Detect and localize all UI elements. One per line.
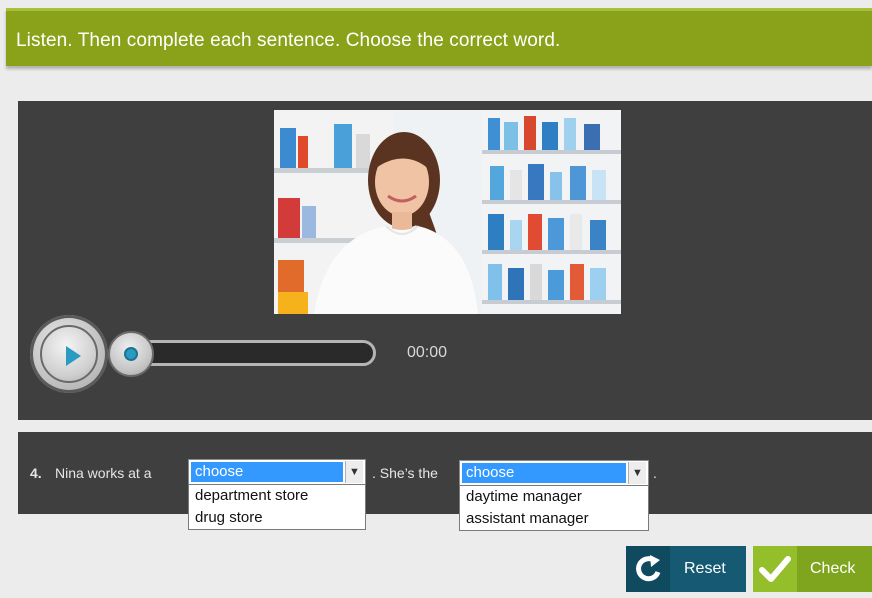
- question-text-middle: . She’s the: [372, 465, 438, 481]
- audio-progress-thumb[interactable]: [108, 331, 154, 377]
- play-button[interactable]: [30, 315, 108, 393]
- role-dropdown: daytime manager assistant manager: [459, 485, 649, 531]
- reset-button[interactable]: Reset: [626, 546, 746, 592]
- workplace-select[interactable]: choose ▼: [188, 459, 366, 485]
- media-panel: 00:00: [18, 101, 872, 420]
- reset-label: Reset: [684, 560, 726, 577]
- question-text-before: Nina works at a: [55, 465, 152, 481]
- role-option[interactable]: daytime manager: [460, 486, 648, 508]
- question-panel: 4. Nina works at a choose ▼ department s…: [18, 432, 872, 531]
- checkmark-icon: [759, 556, 791, 582]
- thumb-dot-icon: [124, 347, 138, 361]
- role-select-value: choose: [462, 463, 626, 483]
- check-icon-box: [753, 546, 797, 592]
- play-icon: [66, 346, 81, 366]
- audio-player: 00:00: [30, 313, 590, 403]
- question-text-end: .: [653, 465, 657, 481]
- workplace-option[interactable]: department store: [189, 485, 365, 507]
- play-button-inner: [40, 325, 98, 383]
- workplace-select-value: choose: [191, 462, 343, 482]
- question-number: 4.: [30, 465, 42, 481]
- reset-icon: [636, 555, 661, 582]
- check-label: Check: [810, 560, 856, 577]
- pharmacy-shelves-image: [274, 110, 621, 314]
- role-select[interactable]: choose ▼: [459, 460, 649, 486]
- check-button[interactable]: Check: [753, 546, 872, 592]
- audio-time: 00:00: [407, 344, 448, 361]
- chevron-down-icon[interactable]: ▼: [345, 461, 363, 483]
- workplace-option[interactable]: drug store: [189, 507, 365, 529]
- reset-icon-box: [626, 546, 670, 592]
- workplace-dropdown: department store drug store: [188, 484, 366, 530]
- pharmacist-photo: [274, 110, 621, 314]
- instruction-banner: Listen. Then complete each sentence. Cho…: [6, 8, 872, 66]
- role-option[interactable]: assistant manager: [460, 508, 648, 530]
- chevron-down-icon[interactable]: ▼: [628, 462, 646, 484]
- instruction-text: Listen. Then complete each sentence. Cho…: [16, 30, 561, 51]
